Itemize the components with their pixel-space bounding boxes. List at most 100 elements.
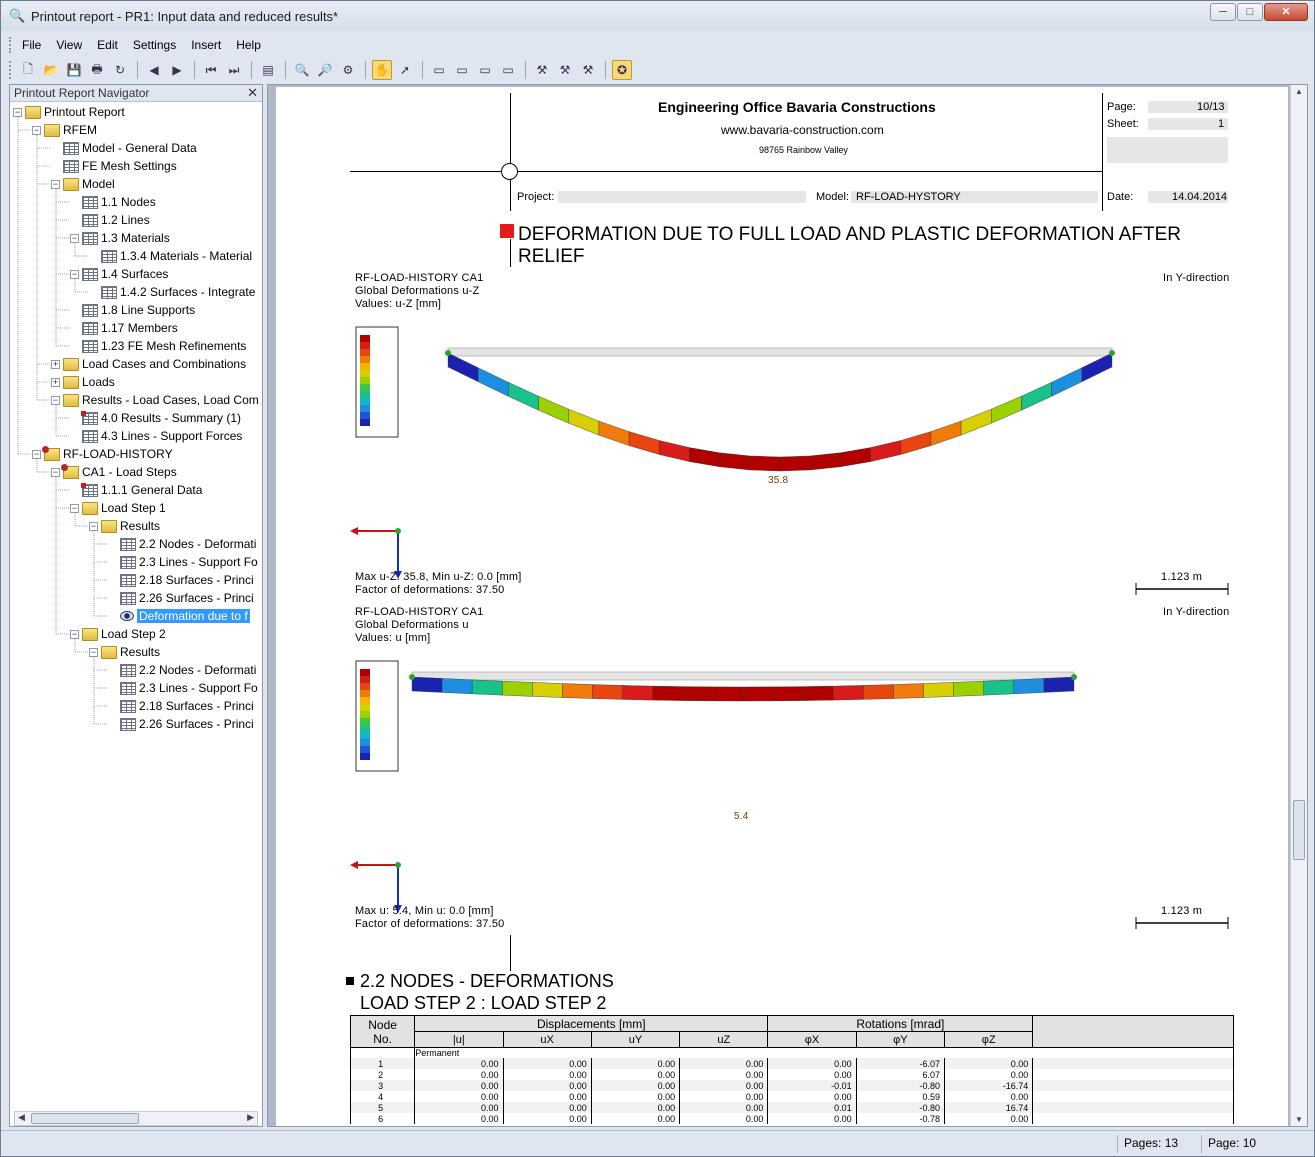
collapse-icon[interactable]: − [70,233,79,243]
tree-item[interactable]: 1.3.4 Materials - Material [89,247,252,265]
collapse-icon[interactable]: − [70,629,79,639]
first-icon[interactable]: ⏮ [201,60,221,80]
tree-item[interactable]: − RFEM [32,121,97,139]
pointer-icon[interactable]: ➚ [395,60,415,80]
page2-icon[interactable]: ▭ [452,60,472,80]
tree-item-label: Model [82,177,115,191]
collapse-icon[interactable]: − [89,521,98,531]
tree-item[interactable]: − 1.4 Surfaces [70,265,168,283]
tree-item[interactable]: 2.18 Surfaces - Princi [108,697,254,715]
document-vertical-scrollbar[interactable]: ▲ ▼ [1290,85,1307,1126]
tree-item[interactable]: Model - General Data [51,139,197,157]
refresh-icon[interactable]: ↻ [110,60,130,80]
page-setup-icon[interactable]: ▤ [258,60,278,80]
print-icon[interactable]: 🖶 [87,60,107,80]
help-icon[interactable]: ✪ [612,60,632,80]
tree-item[interactable]: FE Mesh Settings [51,157,177,175]
collapse-icon[interactable]: − [51,179,60,189]
collapse-icon[interactable]: − [32,125,41,135]
tree-item[interactable]: − Results [89,517,160,535]
tree-item[interactable]: − Model [51,175,115,193]
zoom-icon[interactable]: 🔍 [292,60,312,80]
tree-item[interactable]: 1.8 Line Supports [70,301,195,319]
tree-item[interactable]: 1.23 FE Mesh Refinements [70,337,246,355]
select-icon[interactable]: ✋ [372,60,392,80]
tree-item[interactable]: − 1.3 Materials [70,229,170,247]
page3-icon[interactable]: ▭ [475,60,495,80]
scroll-left-icon[interactable]: ◀ [18,1112,25,1123]
find-icon[interactable]: 🔎 [315,60,335,80]
tree-item[interactable]: − Load Step 2 [70,625,166,643]
tree-item[interactable]: 1.4.2 Surfaces - Integrate [89,283,255,301]
deformation-segment [719,452,751,471]
save-icon[interactable]: 💾 [64,60,84,80]
tree-item[interactable]: 2.2 Nodes - Deformati [108,535,256,553]
tree-item[interactable]: Deformation due to f [108,607,250,625]
tree-item[interactable]: 1.1 Nodes [70,193,156,211]
collapse-icon[interactable]: − [70,503,79,513]
tree-item[interactable]: 1.17 Members [70,319,178,337]
settings-icon[interactable]: ⚙ [338,60,358,80]
collapse-icon[interactable]: − [32,449,41,459]
toolbar-separator [194,61,195,79]
page4-icon[interactable]: ▭ [498,60,518,80]
tree-item[interactable]: 1.2 Lines [70,211,150,229]
tool3-icon[interactable]: ⚒ [578,60,598,80]
tree-item[interactable]: 2.3 Lines - Support Fo [108,553,258,571]
collapse-icon[interactable]: − [89,647,98,657]
tree-item[interactable]: − Load Step 1 [70,499,166,517]
expand-icon[interactable]: + [51,359,60,369]
tree-item[interactable]: 4.3 Lines - Support Forces [70,427,242,445]
new-icon[interactable]: 🗋 [18,60,38,80]
collapse-icon[interactable]: − [51,467,60,477]
menu-help[interactable]: Help [236,38,261,52]
tree-item[interactable]: 1.1.1 General Data [70,481,202,499]
col-header-node: Node No. [350,1015,416,1048]
figure1-footer-minmax: Max u-Z: 35.8, Min u-Z: 0.0 [mm] [355,571,522,583]
menu-settings[interactable]: Settings [133,38,176,52]
tree-item[interactable]: 2.26 Surfaces - Princi [108,589,254,607]
tree-item-label: 1.4 Surfaces [101,267,169,281]
scroll-up-icon[interactable]: ▲ [1295,87,1303,96]
menu-view[interactable]: View [56,38,82,52]
tree-item[interactable]: 2.3 Lines - Support Fo [108,679,258,697]
close-button[interactable]: ✕ [1264,3,1308,21]
tree-item[interactable]: 2.2 Nodes - Deformati [108,661,256,679]
tree-item[interactable]: + Load Cases and Combinations [51,355,246,373]
navigator-horizontal-scrollbar[interactable]: ◀ ▶ [14,1111,258,1126]
next-icon[interactable]: ▶ [167,60,187,80]
table-cell: 3 [350,1080,415,1091]
minimize-button[interactable]: ─ [1210,3,1236,21]
tree-item[interactable]: 2.26 Surfaces - Princi [108,715,254,733]
tree-item[interactable]: + Loads [51,373,115,391]
prev-icon[interactable]: ◀ [144,60,164,80]
last-icon[interactable]: ⏭ [224,60,244,80]
col-header-displacements: Displacements [mm] [414,1015,769,1032]
scroll-thumb[interactable] [31,1113,139,1124]
scroll-thumb[interactable] [1293,800,1305,860]
navigator-close-icon[interactable]: ✕ [247,85,258,101]
collapse-icon[interactable]: − [13,107,22,117]
tree-item[interactable]: − CA1 - Load Steps [51,463,177,481]
tool1-icon[interactable]: ⚒ [532,60,552,80]
tree-item[interactable]: 2.18 Surfaces - Princi [108,571,254,589]
tree-item[interactable]: − Results - Load Cases, Load Com [51,391,259,409]
tool2-icon[interactable]: ⚒ [555,60,575,80]
menu-insert[interactable]: Insert [191,38,221,52]
open-icon[interactable]: 📂 [41,60,61,80]
page1-icon[interactable]: ▭ [429,60,449,80]
tree-item[interactable]: − Results [89,643,160,661]
menu-file[interactable]: File [22,38,41,52]
tree-item[interactable]: − RF-LOAD-HISTORY [32,445,173,463]
collapse-icon[interactable]: − [70,269,79,279]
deformation-segment [1043,676,1075,693]
tree-item[interactable]: 4.0 Results - Summary (1) [70,409,241,427]
collapse-icon[interactable]: − [51,395,60,405]
maximize-button[interactable]: □ [1237,3,1263,21]
menu-edit[interactable]: Edit [97,38,118,52]
legend-color-step [360,718,370,725]
tree-item[interactable]: − Printout Report [13,103,125,121]
scroll-down-icon[interactable]: ▼ [1295,1115,1303,1124]
scroll-right-icon[interactable]: ▶ [247,1112,254,1123]
expand-icon[interactable]: + [51,377,60,387]
